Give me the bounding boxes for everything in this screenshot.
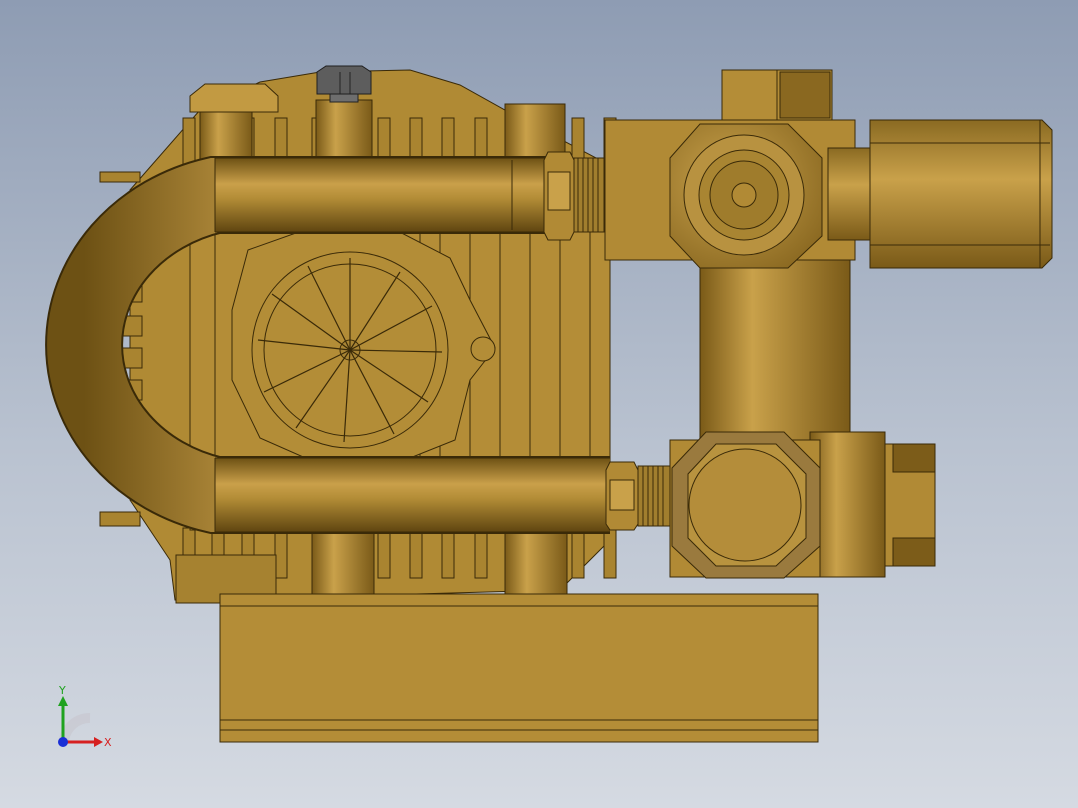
right-plug-body [827,147,874,241]
bottom-post-right [504,529,568,595]
top-bolt-head [316,65,372,95]
upper-pipe-nut [543,151,605,241]
bottom-post-center [311,529,375,595]
triad-rotation-arc [59,712,91,742]
lower-port-fitting [671,431,821,579]
lower-pipe-nut [605,461,671,531]
x-axis-label: X [104,736,112,749]
right-plug-cap [869,119,1053,269]
top-hex-nut-left [189,83,279,113]
upper-port-fitting [669,123,823,269]
y-axis-label: Y [58,684,66,697]
z-axis-dot-icon [58,737,68,747]
x-axis-arrow-icon [94,737,103,747]
cad-graphics-viewport[interactable]: Y X [0,0,1078,808]
lower-fitting-sleeve [809,431,886,578]
coordinate-triad: Y X [58,684,112,749]
pump-assembly-model[interactable] [0,0,1078,808]
y-axis-arrow-icon [58,696,68,706]
